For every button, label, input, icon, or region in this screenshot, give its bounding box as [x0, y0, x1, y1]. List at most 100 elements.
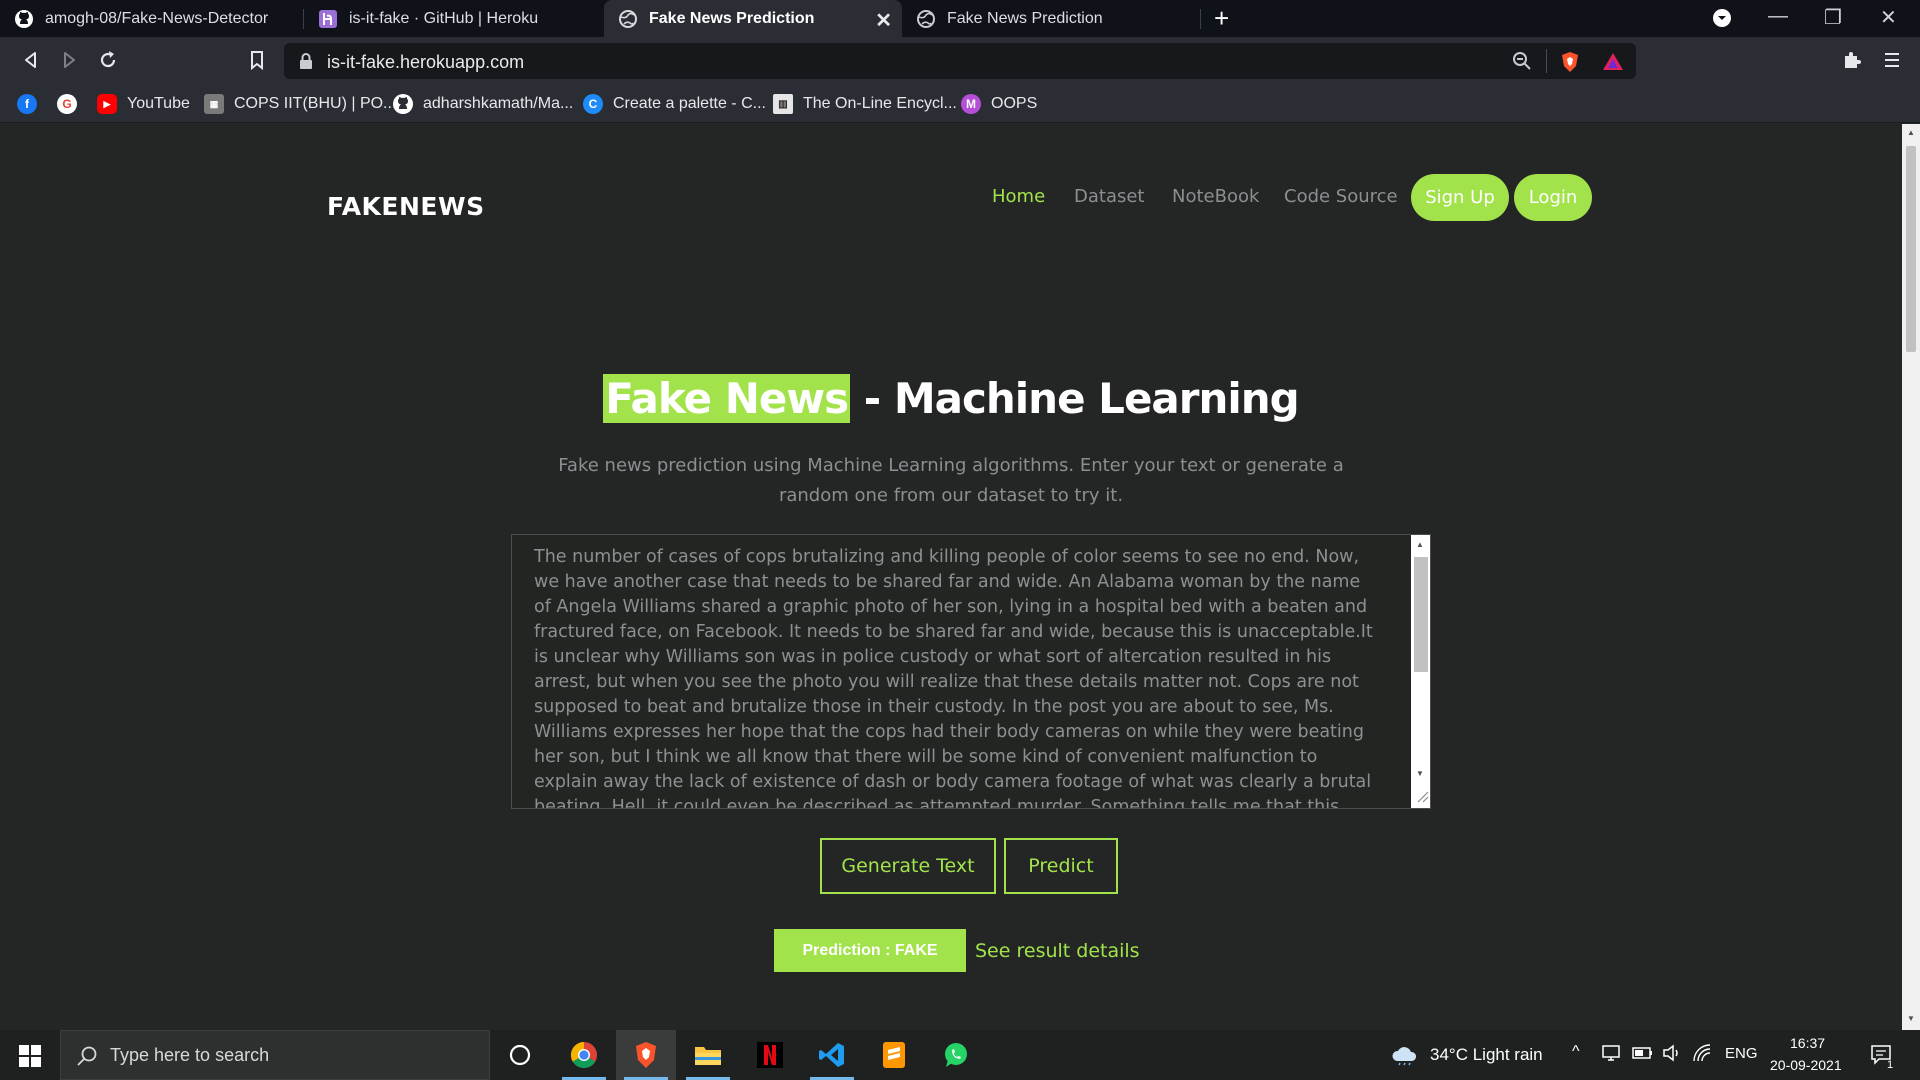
wifi-icon[interactable] [1692, 1043, 1712, 1063]
clock-time[interactable]: 16:37 [1790, 1035, 1825, 1051]
cops-icon: ▦ [204, 94, 224, 114]
signup-button[interactable]: Sign Up [1411, 174, 1509, 221]
bookmarks-bar: f G ▶ YouTube ▦ COPS IIT(BHU) | PO... ad… [0, 85, 1920, 123]
bookmark-cops[interactable]: ▦ COPS IIT(BHU) | PO... [204, 94, 396, 114]
bookmark-coolors[interactable]: C Create a palette - C... [583, 94, 766, 114]
generate-text-button[interactable]: Generate Text [820, 838, 996, 894]
restore-window-icon[interactable]: ❐ [1824, 5, 1842, 30]
cortana-icon[interactable] [490, 1030, 550, 1080]
chrome-icon[interactable] [554, 1030, 614, 1080]
bookmark-google[interactable]: G [57, 94, 87, 114]
globe-icon [618, 9, 638, 29]
bookmark-oops[interactable]: M OOPS [961, 94, 1037, 114]
youtube-icon: ▶ [97, 94, 117, 114]
scroll-up-icon[interactable]: ▲ [1907, 128, 1915, 137]
nav-dataset[interactable]: Dataset [1074, 186, 1145, 207]
site-logo[interactable]: FAKENEWS [327, 192, 485, 221]
notifications-count: 1 [1887, 1059, 1894, 1071]
tab-fake-news-prediction-active[interactable]: Fake News Prediction ✕ [604, 0, 902, 37]
address-bar[interactable]: is-it-fake.herokuapp.com [284, 43, 1636, 79]
netflix-icon[interactable] [740, 1030, 800, 1080]
tab-is-it-fake-heroku[interactable]: is-it-fake · GitHub | Heroku [304, 0, 604, 37]
minimize-window-icon[interactable]: — [1768, 5, 1788, 28]
news-text-area[interactable]: The number of cases of cops brutalizing … [511, 534, 1431, 809]
language-indicator[interactable]: ENG [1725, 1045, 1758, 1062]
close-window-icon[interactable]: ✕ [1880, 5, 1897, 30]
hero-title-highlight: Fake News [603, 374, 851, 423]
monitor-icon[interactable] [1601, 1043, 1621, 1063]
file-explorer-icon[interactable] [678, 1030, 738, 1080]
clock-date[interactable]: 20-09-2021 [1770, 1057, 1842, 1073]
see-result-details-link[interactable]: See result details [975, 940, 1140, 962]
bookmark-label: Create a palette - C... [613, 95, 766, 112]
tab-label: is-it-fake · GitHub | Heroku [349, 9, 539, 27]
bookmark-facebook[interactable]: f [17, 94, 47, 114]
oeis-icon: ▥ [773, 94, 793, 114]
prediction-result-badge: Prediction : FAKE [774, 929, 966, 972]
tab-label: amogh-08/Fake-News-Detector [45, 9, 269, 27]
nav-home[interactable]: Home [992, 186, 1045, 207]
brave-rewards-icon[interactable] [1602, 51, 1624, 73]
bookmark-label: adharshkamath/Ma... [423, 95, 574, 112]
page-scrollbar[interactable]: ▲ ▼ [1902, 124, 1920, 1030]
globe-icon [916, 9, 936, 29]
hero-title-rest: - Machine Learning [850, 374, 1300, 423]
github-icon [393, 94, 413, 114]
bookmark-youtube[interactable]: ▶ YouTube [97, 94, 190, 114]
resize-handle-icon[interactable] [1415, 789, 1429, 803]
omnibox-divider [1546, 49, 1547, 73]
lock-icon [298, 52, 314, 70]
m-icon: M [961, 94, 981, 114]
news-text-content: The number of cases of cops brutalizing … [534, 547, 1373, 809]
bookmark-adharshkamath[interactable]: adharshkamath/Ma... [393, 94, 573, 114]
chevron-up-icon[interactable]: ^ [1572, 1043, 1580, 1061]
battery-icon[interactable] [1632, 1044, 1654, 1062]
windows-taskbar: Type here to search 34°C Light rain ^ EN… [0, 1030, 1920, 1080]
weather-text[interactable]: 34°C Light rain [1430, 1045, 1543, 1065]
search-icon [76, 1045, 98, 1067]
bookmark-icon[interactable] [246, 49, 268, 71]
textarea-scroll-thumb[interactable] [1414, 557, 1428, 672]
bookmark-label: The On-Line Encycl... [803, 95, 957, 112]
url-text: is-it-fake.herokuapp.com [327, 52, 525, 72]
sublime-icon[interactable] [864, 1030, 924, 1080]
page-scroll-thumb[interactable] [1906, 146, 1916, 352]
hero-title: Fake News - Machine Learning [0, 374, 1902, 423]
textarea-scrollbar[interactable]: ▲ ▼ [1411, 535, 1430, 808]
windows-start-icon[interactable] [19, 1045, 41, 1067]
bookmark-oeis[interactable]: ▥ The On-Line Encycl... [773, 94, 957, 114]
brave-icon[interactable] [616, 1030, 676, 1080]
google-icon: G [57, 94, 77, 114]
reload-icon[interactable] [97, 49, 119, 71]
tab-label: Fake News Prediction [947, 9, 1103, 27]
nav-code-source[interactable]: Code Source [1284, 186, 1398, 207]
zoom-out-icon[interactable] [1512, 51, 1532, 71]
scroll-down-icon[interactable]: ▼ [1416, 769, 1424, 778]
whatsapp-icon[interactable] [926, 1030, 986, 1080]
tab-fake-news-detector-github[interactable]: amogh-08/Fake-News-Detector [0, 0, 302, 37]
scroll-up-icon[interactable]: ▲ [1416, 540, 1424, 549]
nav-notebook[interactable]: NoteBook [1172, 186, 1259, 207]
browser-toolbar: is-it-fake.herokuapp.com [0, 37, 1920, 85]
volume-icon[interactable] [1662, 1043, 1682, 1063]
web-page: FAKENEWS Home Dataset NoteBook Code Sour… [0, 124, 1902, 1030]
taskbar-search-box[interactable]: Type here to search [60, 1030, 490, 1080]
close-tab-icon[interactable]: ✕ [875, 8, 892, 33]
forward-icon[interactable] [58, 49, 80, 71]
new-tab-button[interactable]: + [1214, 4, 1229, 32]
tab-divider [1200, 9, 1201, 29]
weather-cloud-icon[interactable] [1390, 1044, 1418, 1066]
brave-shields-icon[interactable] [1559, 51, 1581, 73]
extensions-icon[interactable] [1841, 49, 1863, 71]
heroku-icon [318, 9, 338, 29]
scroll-down-icon[interactable]: ▼ [1907, 1014, 1915, 1023]
tab-search-dropdown-icon[interactable] [1712, 8, 1732, 28]
vscode-icon[interactable] [802, 1030, 862, 1080]
facebook-icon: f [17, 94, 37, 114]
login-button[interactable]: Login [1514, 174, 1592, 221]
predict-button[interactable]: Predict [1004, 838, 1118, 894]
github-icon [14, 9, 34, 29]
menu-icon[interactable] [1883, 49, 1901, 71]
back-icon[interactable] [20, 49, 42, 71]
tab-fake-news-prediction[interactable]: Fake News Prediction [902, 0, 1200, 37]
